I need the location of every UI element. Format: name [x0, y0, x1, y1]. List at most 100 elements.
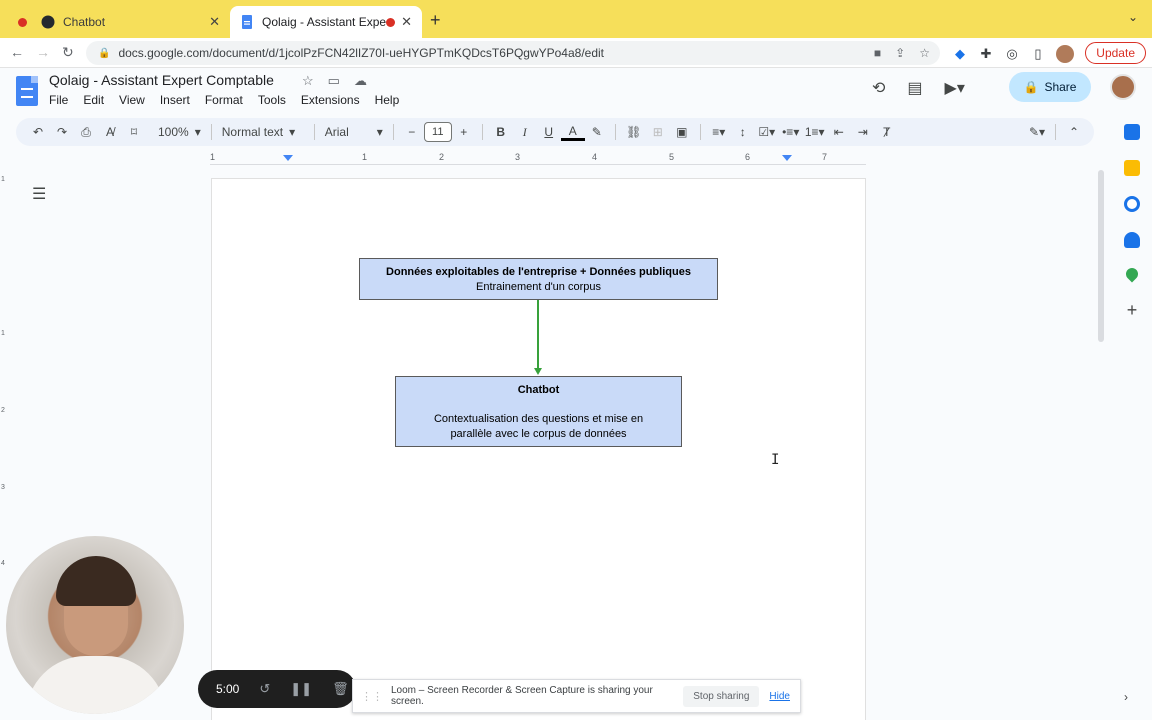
- insert-image-icon[interactable]: ▣: [670, 121, 694, 143]
- add-comment-icon[interactable]: ⊞: [646, 121, 670, 143]
- calendar-icon[interactable]: [1124, 124, 1140, 140]
- bulleted-list-icon[interactable]: •≡▾: [779, 121, 803, 143]
- decrease-font-size-icon[interactable]: −: [400, 121, 424, 143]
- redo-icon[interactable]: ↷: [50, 121, 74, 143]
- caret-down-icon: ▾: [194, 125, 201, 139]
- diagram-box-chatbot[interactable]: Chatbot Contextualisation des questions …: [395, 376, 682, 447]
- recording-dot-icon: [386, 17, 396, 27]
- contacts-icon[interactable]: [1124, 232, 1140, 248]
- restart-icon[interactable]: ↺: [259, 681, 270, 697]
- update-button[interactable]: Update: [1085, 42, 1146, 64]
- close-tab-icon[interactable]: ✕: [401, 14, 412, 30]
- ruler-number: 6: [745, 152, 751, 162]
- menu-edit[interactable]: Edit: [83, 93, 104, 107]
- menu-view[interactable]: View: [119, 93, 145, 107]
- arrow-down-icon: [534, 368, 542, 375]
- line-spacing-icon[interactable]: ↕: [731, 121, 755, 143]
- align-icon[interactable]: ≡▾: [707, 121, 731, 143]
- puzzle-icon[interactable]: ✚: [978, 46, 994, 62]
- drag-handle-icon[interactable]: ⋮⋮: [361, 690, 383, 703]
- camera-blocked-icon[interactable]: ■: [874, 46, 881, 60]
- spellcheck-icon[interactable]: A̸: [98, 121, 122, 143]
- left-indent-marker[interactable]: [283, 155, 293, 161]
- box-text-line: Contextualisation des questions et mise …: [433, 413, 644, 425]
- docs-favicon-icon: [242, 15, 252, 29]
- github-icon: [41, 15, 55, 29]
- extension-icon[interactable]: ◆: [952, 46, 968, 62]
- editing-mode-icon[interactable]: ✎▾: [1025, 121, 1049, 143]
- undo-icon[interactable]: ↶: [26, 121, 50, 143]
- checklist-icon[interactable]: ☑▾: [755, 121, 779, 143]
- comments-icon[interactable]: ▤: [907, 78, 922, 98]
- menu-file[interactable]: File: [49, 93, 68, 107]
- star-icon[interactable]: ☆: [302, 73, 314, 89]
- cloud-saved-icon[interactable]: ☁: [354, 73, 367, 89]
- browser-tab-docs[interactable]: Qolaig - Assistant Expert Co ✕: [230, 6, 422, 38]
- ruler-number: 2: [1, 407, 5, 414]
- bold-icon[interactable]: B: [489, 121, 513, 143]
- increase-indent-icon[interactable]: ⇥: [851, 121, 875, 143]
- url-field[interactable]: 🔒 docs.google.com/document/d/1jcolPzFCN4…: [86, 41, 940, 65]
- print-icon[interactable]: ⎙: [74, 121, 98, 143]
- webcam-bubble[interactable]: [6, 536, 184, 714]
- numbered-list-icon[interactable]: 1≡▾: [803, 121, 827, 143]
- hide-link[interactable]: Hide: [769, 691, 790, 702]
- tasks-icon[interactable]: [1124, 196, 1140, 212]
- menu-extensions[interactable]: Extensions: [301, 93, 360, 107]
- loom-recording-controls: 5:00 ↺ ❚❚ 🗑: [198, 670, 356, 708]
- diagram-box-data-sources[interactable]: Données exploitables de l'entreprise + D…: [359, 258, 718, 300]
- sharing-message: Loom – Screen Recorder & Screen Capture …: [391, 685, 653, 707]
- close-tab-icon[interactable]: ✕: [209, 14, 220, 30]
- horizontal-ruler[interactable]: 1 1 2 3 4 5 6 7: [210, 152, 866, 166]
- share-page-icon[interactable]: ⇪: [895, 46, 905, 60]
- maps-icon[interactable]: [1123, 265, 1141, 283]
- clear-formatting-icon[interactable]: Ⱦ: [875, 121, 899, 143]
- forward-icon[interactable]: →: [36, 44, 50, 60]
- document-title[interactable]: Qolaig - Assistant Expert Comptable: [49, 72, 274, 88]
- account-avatar[interactable]: [1110, 74, 1136, 100]
- bookmark-star-icon[interactable]: ☆: [919, 46, 930, 60]
- paint-format-icon[interactable]: ⌑: [122, 121, 146, 143]
- menu-format[interactable]: Format: [205, 93, 243, 107]
- zoom-select[interactable]: 100% ▾: [154, 125, 205, 139]
- font-select[interactable]: Arial ▾: [321, 125, 387, 139]
- font-size-field[interactable]: 11: [423, 122, 452, 142]
- meet-icon[interactable]: ▶▾: [945, 78, 965, 98]
- chevron-right-icon[interactable]: ›: [1124, 690, 1128, 704]
- right-indent-marker[interactable]: [782, 155, 792, 161]
- back-icon[interactable]: ←: [10, 44, 24, 60]
- new-tab-icon[interactable]: +: [430, 10, 441, 31]
- increase-font-size-icon[interactable]: +: [452, 121, 476, 143]
- menu-insert[interactable]: Insert: [160, 93, 190, 107]
- menu-tools[interactable]: Tools: [258, 93, 286, 107]
- sidebar-icon[interactable]: ▯: [1030, 46, 1046, 62]
- decrease-indent-icon[interactable]: ⇤: [827, 121, 851, 143]
- pause-icon[interactable]: ❚❚: [290, 681, 312, 697]
- highlight-icon[interactable]: ✎: [585, 121, 609, 143]
- browser-tab-chatbot[interactable]: Chatbot ✕: [8, 6, 230, 38]
- underline-icon[interactable]: U: [537, 121, 561, 143]
- move-folder-icon[interactable]: ▭: [328, 73, 340, 89]
- stop-sharing-button[interactable]: Stop sharing: [683, 685, 760, 707]
- menu-help[interactable]: Help: [375, 93, 400, 107]
- add-addon-icon[interactable]: +: [1127, 300, 1138, 321]
- version-history-icon[interactable]: ⟲: [872, 78, 885, 98]
- trash-icon[interactable]: 🗑: [332, 681, 349, 697]
- docs-header: Qolaig - Assistant Expert Comptable ☆ ▭ …: [0, 68, 1152, 116]
- vertical-scrollbar[interactable]: [1098, 170, 1104, 342]
- keep-icon[interactable]: [1124, 160, 1140, 176]
- extension-icon[interactable]: ◎: [1004, 46, 1020, 62]
- ruler-number: 1: [210, 152, 216, 162]
- style-select[interactable]: Normal text ▾: [218, 125, 308, 139]
- collapse-menu-icon[interactable]: ⌃: [1062, 121, 1086, 143]
- address-bar-row: ← → ↻ 🔒 docs.google.com/document/d/1jcol…: [0, 38, 1152, 68]
- link-icon[interactable]: ⛓: [622, 121, 646, 143]
- italic-icon[interactable]: I: [513, 121, 537, 143]
- reload-icon[interactable]: ↻: [62, 44, 74, 61]
- chevron-down-icon[interactable]: ⌄: [1128, 10, 1138, 24]
- profile-avatar[interactable]: [1056, 45, 1074, 63]
- document-outline-icon[interactable]: ☰: [32, 184, 46, 204]
- docs-logo-icon[interactable]: [16, 76, 38, 106]
- text-color-icon[interactable]: A: [560, 123, 585, 141]
- share-button[interactable]: 🔒 Share: [1009, 72, 1091, 102]
